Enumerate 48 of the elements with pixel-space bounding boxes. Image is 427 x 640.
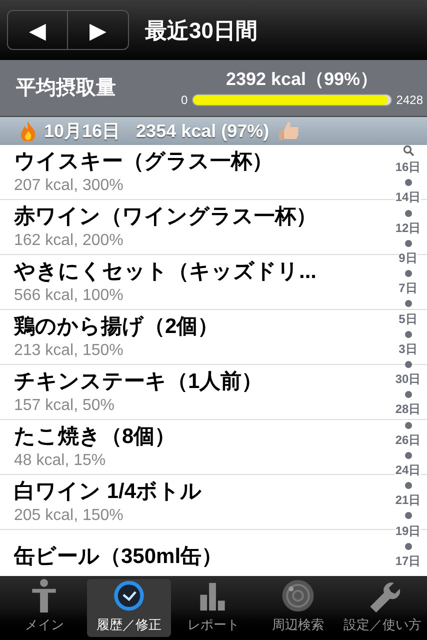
index-label[interactable]: 9日 xyxy=(398,252,418,265)
food-name: 缶ビール（350ml缶） xyxy=(14,544,224,570)
tab[interactable]: 履歴／修正 xyxy=(86,579,172,637)
min-label: 0 xyxy=(181,92,188,109)
food-detail: 213 kcal, 150% xyxy=(14,341,124,361)
person-icon xyxy=(32,579,56,612)
index-label[interactable]: 14日 xyxy=(395,191,421,204)
index-label[interactable]: 12日 xyxy=(395,222,421,235)
food-detail: 48 kcal, 15% xyxy=(14,451,107,471)
index-label[interactable]: 3日 xyxy=(398,342,418,356)
max-label: 2428 xyxy=(396,92,423,109)
index-label[interactable]: 17日 xyxy=(395,554,421,568)
food-name: たこ焼き（8個） xyxy=(14,424,177,450)
index-label[interactable]: 7日 xyxy=(398,282,418,296)
food-detail: 205 kcal, 150% xyxy=(14,506,124,526)
food-name: 白ワイン 1/4ボトル xyxy=(14,479,204,505)
food-name: ウイスキー（グラス一杯） xyxy=(14,149,274,175)
food-name: チキンステーキ（1人前） xyxy=(14,369,264,395)
index-label[interactable]: 28日 xyxy=(395,403,421,416)
tab[interactable]: 周辺検索 xyxy=(256,579,340,637)
radar-icon xyxy=(281,579,316,612)
food-name: やきにくセット（キッズドリ... xyxy=(14,259,318,285)
index-label[interactable]: 5日 xyxy=(398,312,418,326)
tab[interactable]: メイン xyxy=(2,579,87,637)
summary-label: 平均摂取量 xyxy=(16,76,117,101)
food-name: 赤ワイン（ワイングラス一杯） xyxy=(14,204,318,230)
thumbs-up-icon xyxy=(277,121,300,141)
back-button[interactable]: ◀ xyxy=(8,11,68,49)
index-label[interactable]: 19日 xyxy=(395,524,421,538)
food-detail: 157 kcal, 50% xyxy=(14,396,116,416)
food-detail: 207 kcal, 300% xyxy=(14,176,124,196)
search-icon[interactable] xyxy=(402,145,414,156)
navigation-title: 最近30日間 xyxy=(145,16,258,44)
food-detail: 162 kcal, 200% xyxy=(14,231,124,251)
section-total: 2354 kcal (97%) xyxy=(136,120,270,143)
food-name: 鶏のから揚げ（2個） xyxy=(14,314,220,340)
index-label[interactable]: 30日 xyxy=(395,373,421,386)
summary-value: 2392 kcal（99%） xyxy=(226,68,378,91)
forward-button[interactable]: ▶ xyxy=(68,11,128,49)
flame-icon xyxy=(20,121,36,141)
index-label[interactable]: 24日 xyxy=(395,464,421,477)
index-label[interactable]: 26日 xyxy=(395,434,421,447)
index-label[interactable]: 21日 xyxy=(395,494,421,508)
tab[interactable]: レポート xyxy=(171,579,256,637)
tab[interactable]: 設定／使い方 xyxy=(340,579,425,637)
section-date: 10月16日 xyxy=(44,120,120,142)
index-label[interactable]: 16日 xyxy=(395,161,421,174)
food-detail: 566 kcal, 100% xyxy=(14,286,124,306)
